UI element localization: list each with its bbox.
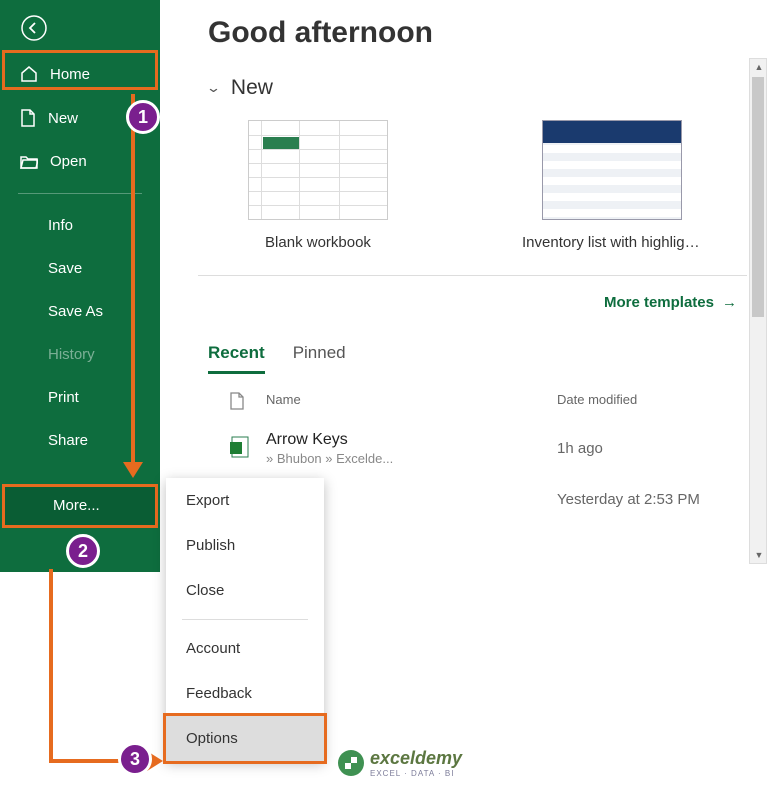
new-section-header[interactable]: ⌄ New <box>208 76 747 100</box>
tab-recent-label: Recent <box>208 343 265 362</box>
menu-options-label: Options <box>186 730 238 747</box>
menu-divider <box>182 619 308 620</box>
file-date: 1h ago <box>557 440 747 457</box>
badge-2-text: 2 <box>78 541 88 562</box>
tab-pinned[interactable]: Pinned <box>293 343 346 374</box>
menu-export[interactable]: Export <box>166 478 324 523</box>
annotation-arrow-1 <box>131 94 135 466</box>
excel-file-icon <box>230 436 250 458</box>
file-row[interactable]: Arrow Keys » Bhubon » Excelde... 1h ago <box>208 423 747 474</box>
template-gallery: Blank workbook Inventory list with highl… <box>228 120 747 251</box>
file-date: Yesterday at 2:53 PM <box>557 491 747 508</box>
nav-share-label: Share <box>48 432 88 449</box>
nav-share[interactable]: Share <box>0 419 160 462</box>
menu-account-label: Account <box>186 640 240 657</box>
template-label: Blank workbook <box>228 234 408 251</box>
scroll-thumb[interactable] <box>752 77 764 317</box>
arrow-right-icon: → <box>722 294 737 311</box>
nav-history-label: History <box>48 346 95 363</box>
annotation-arrowhead-1 <box>123 462 143 478</box>
menu-close-label: Close <box>186 582 224 599</box>
file-icon <box>230 392 244 410</box>
more-templates-link[interactable]: More templates → <box>208 294 737 311</box>
menu-publish[interactable]: Publish <box>166 523 324 568</box>
nav-more[interactable]: More... <box>2 484 158 528</box>
template-thumb-inventory <box>542 120 682 220</box>
badge-3-text: 3 <box>130 749 140 770</box>
nav-info[interactable]: Info <box>0 204 160 247</box>
nav-new-label: New <box>48 110 78 127</box>
nav-saveas-label: Save As <box>48 303 103 320</box>
chevron-down-icon: ⌄ <box>206 80 221 96</box>
nav-divider <box>18 193 142 194</box>
menu-close[interactable]: Close <box>166 568 324 613</box>
col-date: Date modified <box>557 392 747 413</box>
nav-home[interactable]: Home <box>0 52 160 96</box>
new-file-icon <box>20 109 36 127</box>
nav-more-label: More... <box>53 497 100 514</box>
col-name: Name <box>266 392 557 413</box>
template-blank-workbook[interactable]: Blank workbook <box>228 120 408 251</box>
menu-account[interactable]: Account <box>166 626 324 671</box>
menu-feedback-label: Feedback <box>186 685 252 702</box>
annotation-badge-2: 2 <box>66 534 100 568</box>
file-path: » Bhubon » Excelde... <box>266 451 557 466</box>
watermark-logo-icon <box>338 750 364 776</box>
template-label: Inventory list with highlighti… <box>522 234 702 251</box>
menu-publish-label: Publish <box>186 537 235 554</box>
nav-home-label: Home <box>50 66 90 83</box>
nav-open-label: Open <box>50 153 87 170</box>
template-inventory-list[interactable]: Inventory list with highlighti… <box>522 120 702 251</box>
watermark: exceldemy EXCEL · DATA · BI <box>338 748 462 778</box>
more-templates-label: More templates <box>604 294 714 311</box>
nav-print[interactable]: Print <box>0 376 160 419</box>
file-list-header: Name Date modified <box>208 374 747 423</box>
watermark-tagline: EXCEL · DATA · BI <box>370 769 462 778</box>
annotation-arrow-2v <box>49 569 53 761</box>
scroll-down-icon[interactable]: ▼ <box>750 547 767 563</box>
folder-open-icon <box>20 154 38 170</box>
scroll-up-icon[interactable]: ▲ <box>750 59 767 75</box>
file-title: Arrow Keys <box>266 431 557 449</box>
greeting-title: Good afternoon <box>208 16 747 50</box>
annotation-badge-3: 3 <box>118 742 152 776</box>
back-button[interactable] <box>14 8 54 48</box>
nav-history: History <box>0 333 160 376</box>
recent-pinned-tabs: Recent Pinned <box>208 343 747 374</box>
divider <box>198 275 747 276</box>
nav-saveas[interactable]: Save As <box>0 290 160 333</box>
nav-info-label: Info <box>48 217 73 234</box>
home-icon <box>20 65 38 83</box>
nav-open[interactable]: Open <box>0 140 160 183</box>
menu-export-label: Export <box>186 492 229 509</box>
more-menu: Export Publish Close Account Feedback Op… <box>166 478 324 761</box>
annotation-badge-1: 1 <box>126 100 160 134</box>
nav-print-label: Print <box>48 389 79 406</box>
menu-options[interactable]: Options <box>163 713 327 764</box>
nav-save-label: Save <box>48 260 82 277</box>
nav-save[interactable]: Save <box>0 247 160 290</box>
new-section-title: New <box>231 76 273 100</box>
badge-1-text: 1 <box>138 107 148 128</box>
menu-feedback[interactable]: Feedback <box>166 671 324 716</box>
tab-pinned-label: Pinned <box>293 343 346 362</box>
vertical-scrollbar[interactable]: ▲ ▼ <box>749 58 767 564</box>
tab-recent[interactable]: Recent <box>208 343 265 374</box>
watermark-name: exceldemy <box>370 748 462 769</box>
template-thumb-blank <box>248 120 388 220</box>
